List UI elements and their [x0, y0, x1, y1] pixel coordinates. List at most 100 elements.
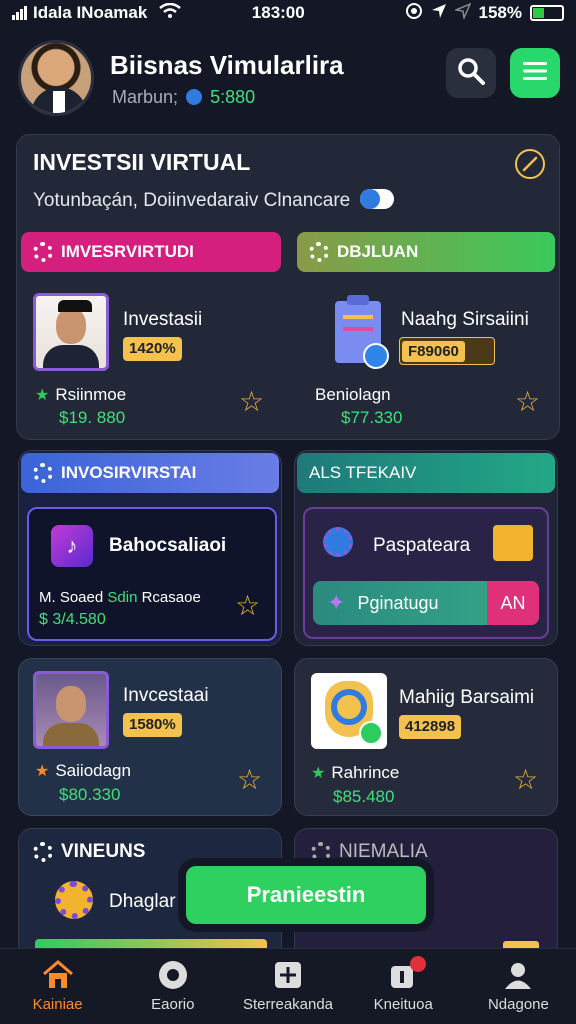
investment-panel: INVESTSII VIRTUAL Yotunbaçán, Doiinvedar…: [16, 134, 560, 440]
nav-label: Kainiae: [32, 996, 83, 1013]
item-label-text: Rahrince: [331, 763, 400, 782]
gear-icon: [309, 242, 329, 262]
gear-icon: [33, 242, 53, 262]
item-name: Bahocsaliaoi: [109, 535, 227, 556]
action-tag[interactable]: AN: [487, 581, 539, 625]
tab-investasi-label: IMVESRVIRTUDI: [61, 242, 194, 261]
section-header: INVOSIRVIRSTAI: [21, 453, 279, 493]
chat-icon: [359, 189, 394, 209]
search-button[interactable]: [446, 48, 496, 98]
tab-investasi[interactable]: IMVESRVIRTUDI: [21, 232, 281, 272]
section-title: ALS TFEKAIV: [309, 463, 417, 482]
star-icon: ★: [311, 765, 326, 782]
item-label: ★ Saiiodagn: [35, 761, 131, 781]
item-value: $ 3/4.580: [39, 611, 106, 628]
item-name: Invcestaai: [123, 685, 209, 706]
nav-home[interactable]: Kainiae: [0, 949, 115, 1024]
notification-icon: [386, 956, 427, 990]
featured-item[interactable]: ♪ Bahocsaliaoi M. Soaed Sdin Rcasaoe $ 3…: [27, 507, 277, 641]
item-badge: 1420%: [123, 337, 182, 361]
nav-profile[interactable]: Ndagone: [461, 949, 576, 1024]
bottom-nav: Kainiae Eaorio Sterreakanda Kneituoa Nda…: [0, 948, 576, 1024]
sparkle-icon: ✦: [327, 590, 346, 615]
favorite-star-icon[interactable]: ☆: [235, 589, 260, 622]
favorite-star-icon[interactable]: ☆: [237, 763, 262, 796]
item-label: ★ Rahrince: [311, 763, 399, 783]
calculator-icon: [271, 960, 305, 990]
music-icon: ♪: [51, 525, 93, 567]
meta-b: Sdin: [107, 589, 138, 606]
item-badge-text: F89060: [402, 340, 465, 362]
section-title: INVOSIRVIRSTAI: [61, 463, 197, 482]
item-label: ★ Rsiinmoe: [35, 385, 126, 405]
item-name: Investasii: [123, 309, 203, 330]
panel-title: INVESTSII VIRTUAL: [33, 149, 251, 175]
item-value: $19. 880: [59, 408, 126, 427]
nav-portfolio[interactable]: Sterreakanda: [230, 949, 345, 1024]
compass-icon: [156, 960, 190, 990]
item-name: Mahiig Barsaimi: [399, 687, 535, 708]
page-title: Biisnas Vimularlira: [110, 50, 344, 80]
star-icon: ★: [35, 387, 50, 404]
panel-subtitle: Yotunbaçán, Doiinvedaraiv Clnancare: [33, 189, 394, 212]
action-label: Pginatugu: [357, 592, 439, 613]
panel-subtitle-text: Yotunbaçán, Doiinvedaraiv Clnancare: [33, 190, 351, 211]
favorite-star-icon[interactable]: ☆: [515, 385, 540, 418]
nav-label: Eaorio: [151, 996, 195, 1013]
settings-icon: [323, 527, 353, 557]
menu-button[interactable]: [510, 48, 560, 98]
item-name: Naahg Sirsaiini: [401, 309, 529, 330]
featured-item[interactable]: Paspateara ✦ Pginatugu AN: [303, 507, 549, 639]
item-label: Beniolagn: [315, 385, 391, 404]
user-icon: [501, 960, 535, 990]
search-icon: [456, 56, 486, 91]
pencil-icon: [522, 156, 538, 172]
avatar[interactable]: [18, 40, 94, 116]
balance-line: Marbun; 5:880: [112, 87, 255, 108]
favorite-star-icon[interactable]: ☆: [239, 385, 264, 418]
location-outline-icon: [452, 2, 471, 24]
clipboard-icon: [335, 295, 389, 369]
logo-icon: [311, 673, 387, 749]
star-icon: ★: [35, 763, 50, 780]
tab-obligasi[interactable]: DBJLUAN: [297, 232, 555, 272]
investment-card[interactable]: Mahiig Barsaimi 412898 ★ Rahrince $85.48…: [294, 658, 558, 816]
meta-a: M. Soaed: [39, 589, 104, 606]
item-name: Dhaglar: [109, 891, 176, 912]
section-header: VINEUNS: [33, 841, 145, 863]
primary-cta-button[interactable]: Pranieestin: [186, 866, 426, 924]
nav-explore[interactable]: Eaorio: [115, 949, 230, 1024]
meta-c: Rcasaoe: [141, 589, 201, 606]
balance-label: Marbun;: [112, 87, 179, 107]
action-bar[interactable]: ✦ Pginatugu AN: [313, 581, 539, 625]
envelope-icon: [493, 525, 533, 561]
investment-card[interactable]: Invcestaai 1580% ★ Saiiodagn $80.330 ☆: [18, 658, 282, 816]
gear-icon: [311, 842, 331, 862]
investor-photo: [33, 293, 109, 371]
item-value: $77.330: [341, 408, 403, 427]
item-value: $85.480: [333, 787, 395, 806]
nav-label: Ndagone: [487, 996, 549, 1013]
item-badge: F89060: [399, 337, 495, 365]
app-header: Biisnas Vimularlira Marbun; 5:880: [18, 38, 560, 118]
item-label-text: Saiiodagn: [55, 761, 131, 780]
edit-button[interactable]: [515, 149, 545, 179]
battery-percent: 158%: [478, 3, 522, 22]
section-title: VINEUNS: [61, 841, 146, 862]
carrier-label: Idala INoamak: [33, 3, 148, 22]
alarm-icon: [405, 2, 423, 25]
balance-amount: 5:880: [210, 87, 256, 107]
nav-label: Kneituoa: [373, 996, 433, 1013]
section-title: NIEMALIA: [339, 841, 428, 862]
item-meta: M. Soaed Sdin Rcasaoe: [39, 589, 201, 606]
home-icon: [41, 960, 75, 990]
battery-icon: [530, 5, 564, 21]
section-investasi: INVOSIRVIRSTAI ♪ Bahocsaliaoi M. Soaed S…: [18, 450, 282, 646]
item-badge: 1580%: [123, 713, 182, 737]
favorite-star-icon[interactable]: ☆: [513, 763, 538, 796]
investor-photo: [33, 671, 109, 749]
status-bar: Idala INoamak 183:00 158%: [0, 0, 576, 26]
nav-notifications[interactable]: Kneituoa: [346, 949, 461, 1024]
notification-badge: [410, 956, 427, 972]
section-header: ALS TFEKAIV: [297, 453, 555, 493]
